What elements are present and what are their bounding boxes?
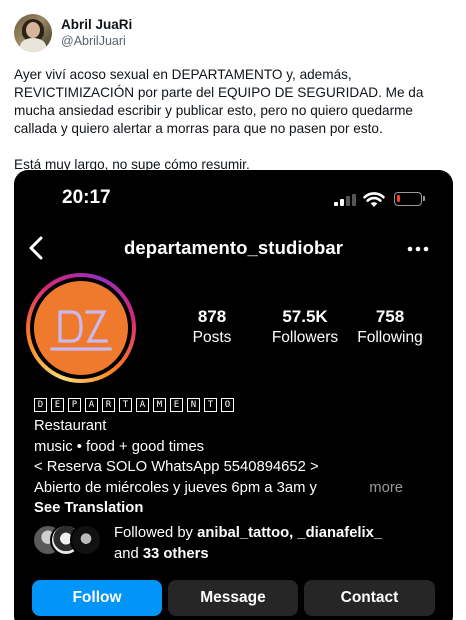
follow-button[interactable]: Follow: [32, 580, 162, 616]
cellular-signal-icon: [334, 194, 356, 206]
display-name[interactable]: Abril JuaRi: [61, 16, 132, 33]
bio-line-3: Abierto de miércoles y jueves 6pm a 3am …: [34, 479, 317, 496]
followed-by-prefix: Followed by: [114, 525, 193, 541]
tweet-header: Abril JuaRi @AbrilJuari: [14, 14, 132, 52]
dz-logo: [34, 281, 128, 375]
user-handle[interactable]: @AbrilJuari: [61, 33, 132, 50]
phone-status-bar: 20:17: [14, 170, 453, 222]
name-letter: A: [136, 398, 149, 412]
profile-username: departamento_studiobar: [124, 237, 344, 258]
wifi-icon: [363, 192, 385, 207]
message-button[interactable]: Message: [168, 580, 298, 616]
more-dots-icon[interactable]: [407, 246, 429, 252]
followed-by-row[interactable]: Followed by anibal_tattoo, _dianafelix_ …: [32, 521, 442, 565]
followed-by-others: 33 others: [142, 545, 209, 562]
follower-avatar: [70, 524, 102, 556]
status-time: 20:17: [62, 187, 111, 208]
bio-line-1: music • food + good times: [34, 438, 205, 455]
chevron-left-icon[interactable]: [24, 234, 50, 262]
mutual-follower-avatars: [32, 524, 112, 560]
name-letter: O: [221, 398, 234, 412]
tweet-paragraph-1: Ayer viví acoso sexual en DEPARTAMENTO y…: [14, 67, 424, 136]
profile-actions: Follow Message Contact: [32, 580, 435, 616]
contact-button[interactable]: Contact: [304, 580, 435, 616]
profile-display-name: D E P A R T A M E N T O: [34, 396, 439, 414]
attached-screenshot[interactable]: 20:17 departamento_studiobar 878 Posts 5…: [14, 170, 453, 620]
name-letter: P: [68, 398, 81, 412]
followed-by-text: Followed by anibal_tattoo, _dianafelix_ …: [114, 523, 444, 564]
profile-nav-bar: departamento_studiobar: [14, 232, 453, 266]
user-avatar[interactable]: [14, 14, 52, 52]
following-count: 758: [375, 307, 405, 326]
name-letter: A: [85, 398, 98, 412]
name-letter: T: [204, 398, 217, 412]
profile-picture[interactable]: [26, 273, 136, 383]
author-names: Abril JuaRi @AbrilJuari: [61, 16, 132, 50]
bio-more-link[interactable]: more: [369, 478, 403, 499]
posts-count: 878: [197, 307, 227, 326]
bio-line-3-row: Abierto de miércoles y jueves 6pm a 3am …: [34, 478, 439, 499]
followers-count: 57.5K: [282, 307, 328, 326]
name-letter: E: [170, 398, 183, 412]
name-letter: M: [153, 398, 166, 412]
following-label: Following: [357, 329, 423, 346]
battery-level: [397, 195, 400, 202]
dz-logo-mark: [50, 310, 112, 351]
stat-followers[interactable]: 57.5K Followers: [260, 307, 350, 347]
bio-line-2: < Reserva SOLO WhatsApp 5540894652 >: [34, 459, 319, 475]
name-letter: T: [119, 398, 132, 412]
followed-by-joiner: and: [114, 545, 139, 562]
profile-category: Restaurant: [34, 418, 107, 434]
name-letter: D: [34, 398, 47, 412]
followed-by-accounts: anibal_tattoo, _dianafelix_: [197, 525, 383, 541]
see-translation-link[interactable]: See Translation: [34, 498, 439, 519]
name-letter: N: [187, 398, 200, 412]
name-letter: E: [51, 398, 64, 412]
name-letter: R: [102, 398, 115, 412]
followers-label: Followers: [271, 329, 339, 346]
battery-icon: [394, 192, 425, 206]
tweet-text: Ayer viví acoso sexual en DEPARTAMENTO y…: [14, 66, 454, 174]
stat-following[interactable]: 758 Following: [352, 307, 428, 347]
stat-posts[interactable]: 878 Posts: [186, 307, 238, 347]
profile-bio: D E P A R T A M E N T O Restaurant music…: [34, 396, 439, 519]
posts-label: Posts: [192, 329, 232, 346]
